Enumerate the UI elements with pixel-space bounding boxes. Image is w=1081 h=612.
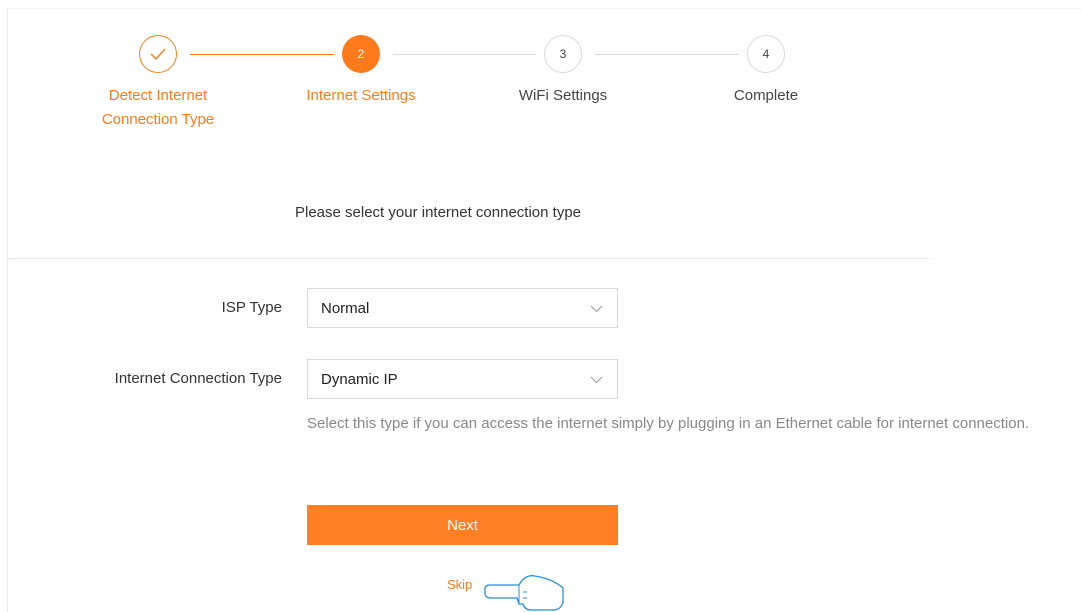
step-3-number: 3 [559, 47, 567, 61]
step-connector-3 [595, 54, 739, 55]
chevron-down-icon [590, 305, 603, 313]
chevron-down-icon [590, 376, 603, 384]
step-1-label-line2: Connection Type [101, 111, 215, 128]
next-button[interactable]: Next [307, 505, 618, 545]
connection-type-hint: Select this type if you can access the i… [307, 415, 1030, 432]
step-1-circle [139, 35, 177, 73]
isp-type-value: Normal [321, 299, 370, 317]
isp-type-select[interactable]: Normal [307, 288, 618, 328]
pointing-hand-icon [484, 575, 564, 611]
isp-type-label: ISP Type [221, 299, 282, 316]
step-3-circle: 3 [544, 35, 582, 73]
step-1-label: Detect Internet Connection Type [78, 84, 238, 132]
step-2-number: 2 [357, 47, 365, 61]
connection-type-select[interactable]: Dynamic IP [307, 359, 618, 399]
page-heading: Please select your internet connection t… [295, 204, 582, 221]
section-divider [8, 258, 930, 259]
connection-type-value: Dynamic IP [321, 370, 398, 388]
step-connector-1 [190, 54, 334, 55]
step-4-circle: 4 [747, 35, 785, 73]
step-4-label: Complete [733, 87, 799, 104]
step-1-label-line1: Detect Internet [108, 87, 208, 104]
check-icon [150, 48, 166, 61]
step-2-circle: 2 [342, 35, 380, 73]
step-2-label: Internet Settings [306, 87, 416, 104]
step-4-number: 4 [762, 47, 770, 61]
skip-link[interactable]: Skip [447, 577, 472, 592]
step-connector-2 [393, 54, 536, 55]
connection-type-label: Internet Connection Type [114, 370, 282, 387]
step-3-label: WiFi Settings [518, 87, 608, 104]
